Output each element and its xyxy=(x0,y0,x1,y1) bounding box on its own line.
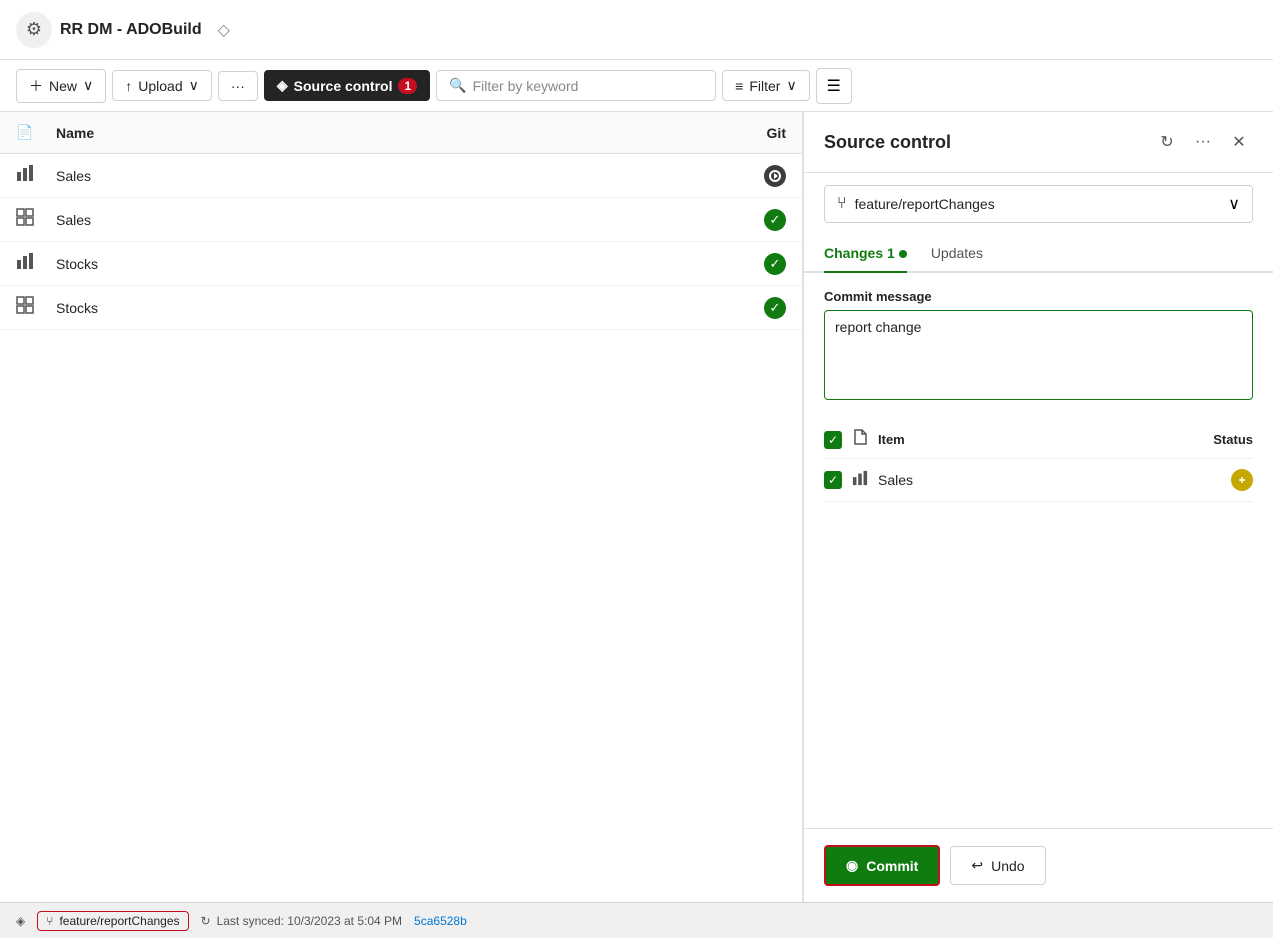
status-badge-green: ✓ xyxy=(764,253,786,275)
new-button[interactable]: ＋ New ∨ xyxy=(16,69,106,103)
changes-list: ✓ Item Status ✓ Sales xyxy=(824,421,1253,502)
sync-status: ↻ Last synced: 10/3/2023 at 5:04 PM xyxy=(201,914,403,928)
close-button[interactable]: ✕ xyxy=(1225,128,1253,156)
source-control-title: Source control xyxy=(824,132,1153,153)
table-row[interactable]: Sales xyxy=(0,154,802,198)
file-status: ✓ xyxy=(706,297,786,319)
header-name-col: Name xyxy=(56,125,706,141)
status-badge-green: ✓ xyxy=(764,297,786,319)
more-button[interactable]: ··· xyxy=(218,71,258,101)
status-badge-green: ✓ xyxy=(764,209,786,231)
file-name: Sales xyxy=(56,168,706,184)
branch-name: feature/reportChanges xyxy=(59,914,179,928)
file-status xyxy=(706,165,786,187)
commit-message-input[interactable]: report change xyxy=(824,310,1253,400)
changes-list-header: ✓ Item Status xyxy=(824,421,1253,459)
chevron-icon: ∨ xyxy=(786,77,796,94)
grid-icon xyxy=(16,208,56,231)
tab-updates[interactable]: Updates xyxy=(931,235,983,273)
branch-selector[interactable]: ⑂ feature/reportChanges ∨ xyxy=(824,185,1253,223)
upload-button[interactable]: ↑ Upload ∨ xyxy=(112,70,212,101)
branch-name: feature/reportChanges xyxy=(855,196,1221,212)
plus-icon: ＋ xyxy=(29,76,43,96)
source-control-badge: 1 xyxy=(398,78,417,94)
commit-icon: ◉ xyxy=(846,857,858,874)
columns-button[interactable]: ☰ xyxy=(816,68,852,104)
chevron-icon: ∨ xyxy=(83,77,93,94)
filter-button[interactable]: ≡ Filter ∨ xyxy=(722,70,810,101)
grid-icon xyxy=(16,296,56,319)
commit-button[interactable]: ◉ Commit xyxy=(824,845,940,886)
status-column-header: Status xyxy=(1193,432,1253,447)
app-icon: ⚙ xyxy=(16,12,52,48)
file-status: ✓ xyxy=(706,253,786,275)
file-status: ✓ xyxy=(706,209,786,231)
app-header: ⚙ RR DM - ADOBuild ◇ xyxy=(0,0,1273,60)
chevron-down-icon: ∨ xyxy=(1228,194,1240,214)
source-control-actions: ↻ ··· ✕ xyxy=(1153,128,1253,156)
tab-dot xyxy=(899,250,907,258)
branch-icon: ⑂ xyxy=(837,195,847,213)
sync-icon: ↻ xyxy=(201,914,211,928)
status-badge-dark xyxy=(764,165,786,187)
header-icon-col: 📄 xyxy=(16,124,56,141)
select-all-checkbox[interactable]: ✓ xyxy=(824,431,842,449)
upload-icon: ↑ xyxy=(125,78,132,94)
tab-changes[interactable]: Changes 1 xyxy=(824,235,907,273)
more-options-button[interactable]: ··· xyxy=(1189,128,1217,156)
more-icon: ··· xyxy=(1195,133,1211,151)
main-content: 📄 Name Git Sales Sales ✓ xyxy=(0,112,1273,902)
change-checkbox[interactable]: ✓ xyxy=(824,471,842,489)
change-name: Sales xyxy=(878,472,1221,488)
bar-chart-icon xyxy=(852,470,868,490)
diamond-icon: ◇ xyxy=(218,20,230,40)
commit-hash: 5ca6528b xyxy=(414,914,467,928)
table-row[interactable]: Stocks ✓ xyxy=(0,242,802,286)
source-control-body: Commit message report change ✓ Item Stat… xyxy=(804,273,1273,828)
chevron-icon: ∨ xyxy=(189,77,199,94)
refresh-button[interactable]: ↻ xyxy=(1153,128,1181,156)
branch-status[interactable]: ⑂ feature/reportChanges xyxy=(37,911,188,931)
file-name: Stocks xyxy=(56,300,706,316)
file-list: 📄 Name Git Sales Sales ✓ xyxy=(0,112,803,902)
source-control-footer-icon: ◈ xyxy=(16,914,25,928)
table-row[interactable]: Sales ✓ xyxy=(0,198,802,242)
source-control-button[interactable]: ◈ Source control 1 xyxy=(264,70,430,101)
bar-chart-icon xyxy=(16,164,56,187)
file-name: Stocks xyxy=(56,256,706,272)
undo-button[interactable]: ↩ Undo xyxy=(950,846,1045,885)
filter-icon: ≡ xyxy=(735,78,743,94)
item-column-header: Item xyxy=(878,432,1183,447)
status-bar: ◈ ⑂ feature/reportChanges ↻ Last synced:… xyxy=(0,902,1273,938)
undo-icon: ↩ xyxy=(971,857,983,874)
source-control-header: Source control ↻ ··· ✕ xyxy=(804,112,1273,173)
source-control-footer: ◉ Commit ↩ Undo xyxy=(804,828,1273,902)
file-icon-header: 📄 xyxy=(16,124,33,140)
search-bar[interactable]: 🔍 Filter by keyword xyxy=(436,70,716,101)
table-row[interactable]: Stocks ✓ xyxy=(0,286,802,330)
refresh-icon: ↻ xyxy=(1160,132,1173,152)
file-icon-col xyxy=(852,429,868,450)
sync-text: Last synced: 10/3/2023 at 5:04 PM xyxy=(217,914,402,928)
file-name: Sales xyxy=(56,212,706,228)
change-row[interactable]: ✓ Sales xyxy=(824,459,1253,502)
source-control-panel: Source control ↻ ··· ✕ ⑂ feature/reportC… xyxy=(803,112,1273,902)
header-git-col: Git xyxy=(706,125,786,141)
search-icon: 🔍 xyxy=(449,77,466,94)
branch-icon: ⑂ xyxy=(46,914,53,928)
change-status-badge xyxy=(1231,469,1253,491)
tab-bar: Changes 1 Updates xyxy=(804,235,1273,273)
file-list-header: 📄 Name Git xyxy=(0,112,802,154)
bar-chart-icon xyxy=(16,252,56,275)
toolbar: ＋ New ∨ ↑ Upload ∨ ··· ◈ Source control … xyxy=(0,60,1273,112)
close-icon: ✕ xyxy=(1232,132,1245,152)
source-control-icon: ◈ xyxy=(277,77,288,94)
app-title: RR DM - ADOBuild xyxy=(60,21,202,39)
commit-message-label: Commit message xyxy=(824,289,1253,304)
